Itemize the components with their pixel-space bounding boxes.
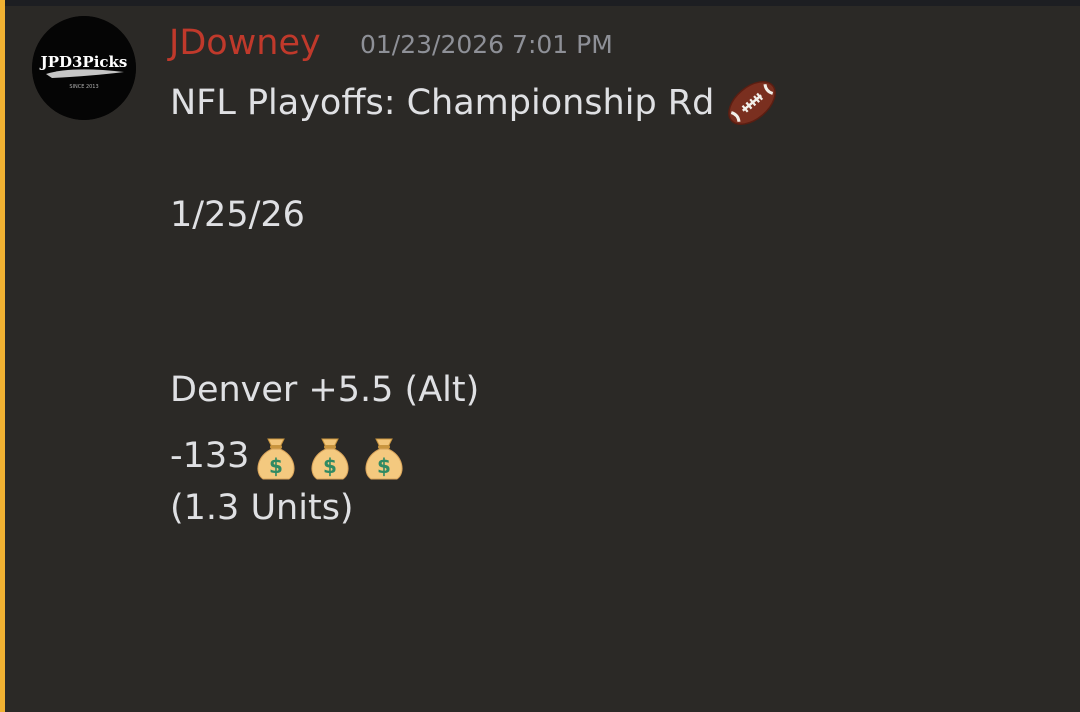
author-username[interactable]: JDowney (169, 23, 321, 63)
avatar-logo-text: JPD3Picks (39, 53, 128, 71)
jpd3picks-logo-icon: JPD3Picks SINCE 2013 (32, 16, 136, 120)
message-line-pick: Denver +5.5 (Alt) (170, 369, 479, 411)
svg-text:$: $ (323, 454, 337, 478)
message-line-title: NFL Playoffs: Championship Rd (170, 75, 780, 131)
date-text: 1/25/26 (170, 195, 305, 235)
message-timestamp: 01/23/2026 7:01 PM (360, 30, 613, 59)
chat-message[interactable]: JPD3Picks SINCE 2013 JDowney 01/23/2026 … (0, 6, 1080, 712)
money-bag-icon: $ (249, 429, 303, 483)
money-bag-icon: $ (303, 429, 357, 483)
avatar[interactable]: JPD3Picks SINCE 2013 (32, 16, 136, 120)
pick-text: Denver +5.5 (Alt) (170, 370, 480, 410)
message-line-odds: -133 $ $ $ (170, 429, 411, 483)
avatar-logo-subtext: SINCE 2013 (69, 84, 98, 90)
svg-text:$: $ (377, 454, 391, 478)
odds-text: -133 (170, 436, 250, 476)
title-text: NFL Playoffs: Championship Rd (170, 83, 715, 123)
message-line-units: (1.3 Units) (170, 487, 354, 529)
money-bag-icon: $ (357, 429, 411, 483)
football-icon (724, 75, 780, 131)
units-text: (1.3 Units) (170, 488, 354, 528)
message-line-date: 1/25/26 (170, 194, 305, 236)
svg-text:$: $ (269, 454, 283, 478)
